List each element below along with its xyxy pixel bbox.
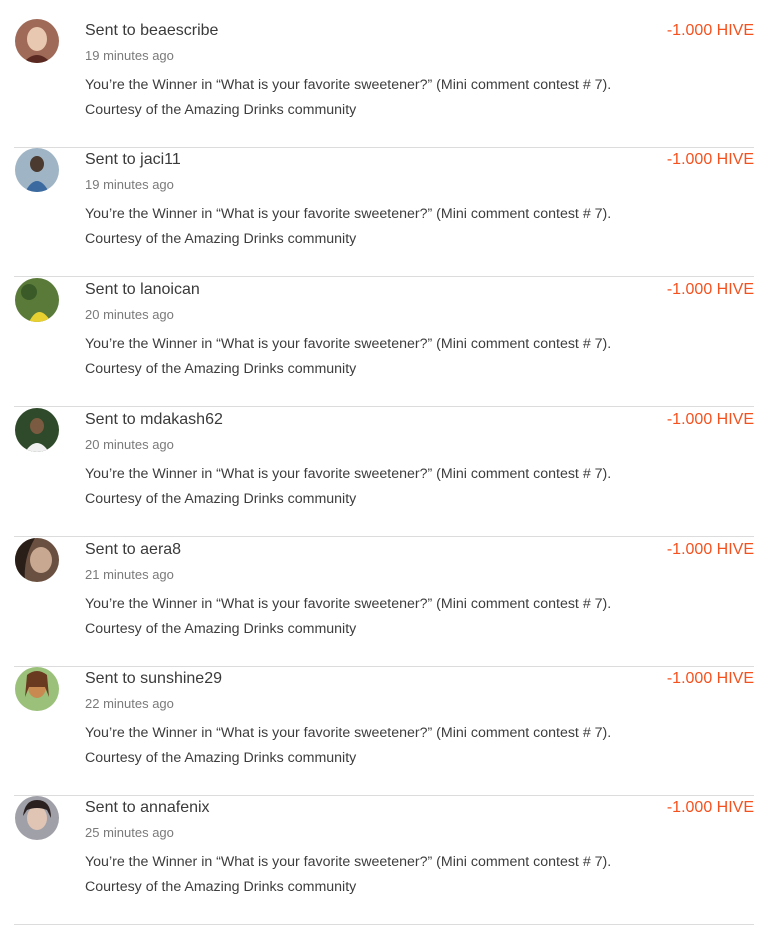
memo-line: Courtesy of the Amazing Drinks community — [85, 621, 357, 637]
transfer-title: Sent to beaescribe — [85, 21, 218, 41]
memo-line: Courtesy of the Amazing Drinks community — [85, 750, 357, 766]
recipient-username-link[interactable]: sunshine29 — [140, 670, 222, 687]
sent-prefix: Sent to — [85, 22, 136, 39]
sent-prefix: Sent to — [85, 541, 136, 558]
memo-line: You’re the Winner in “What is your favor… — [85, 336, 612, 352]
transfer-title: Sent to sunshine29 — [85, 669, 222, 689]
transfer-memo: You’re the Winner in “What is your favor… — [85, 592, 725, 642]
transfer-amount: -1.000 HIVE — [666, 151, 754, 168]
avatar[interactable] — [15, 278, 59, 322]
memo-line: Courtesy of the Amazing Drinks community — [85, 361, 357, 377]
sent-prefix: Sent to — [85, 799, 136, 816]
timestamp: 25 minutes ago — [85, 825, 174, 840]
transfer-memo: You’re the Winner in “What is your favor… — [85, 73, 725, 123]
transfer-row: Sent to annafenix 25 minutes ago You’re … — [14, 796, 754, 925]
transfer-amount: -1.000 HIVE — [666, 541, 754, 558]
sent-prefix: Sent to — [85, 151, 136, 168]
transfer-memo: You’re the Winner in “What is your favor… — [85, 462, 725, 512]
recipient-username-link[interactable]: aera8 — [140, 541, 181, 558]
recipient-username-link[interactable]: annafenix — [140, 799, 209, 816]
timestamp: 19 minutes ago — [85, 177, 174, 192]
transfer-memo: You’re the Winner in “What is your favor… — [85, 721, 725, 771]
transfer-row: Sent to beaescribe 19 minutes ago You’re… — [14, 19, 754, 148]
user-avatar-icon — [15, 19, 59, 63]
user-avatar-icon — [15, 278, 59, 322]
transfer-title: Sent to annafenix — [85, 798, 210, 818]
transfer-title: Sent to aera8 — [85, 540, 181, 560]
memo-line: Courtesy of the Amazing Drinks community — [85, 491, 357, 507]
transfer-memo: You’re the Winner in “What is your favor… — [85, 202, 725, 252]
transfer-row: Sent to mdakash62 20 minutes ago You’re … — [14, 408, 754, 537]
transfer-history-list: Sent to beaescribe 19 minutes ago You’re… — [0, 0, 768, 925]
avatar[interactable] — [15, 538, 59, 582]
transfer-amount: -1.000 HIVE — [666, 281, 754, 298]
memo-line: Courtesy of the Amazing Drinks community — [85, 231, 357, 247]
timestamp: 22 minutes ago — [85, 696, 174, 711]
transfer-amount: -1.000 HIVE — [666, 799, 754, 816]
timestamp: 20 minutes ago — [85, 307, 174, 322]
transfer-title: Sent to mdakash62 — [85, 410, 223, 430]
user-avatar-icon — [15, 667, 59, 711]
avatar[interactable] — [15, 19, 59, 63]
recipient-username-link[interactable]: beaescribe — [140, 22, 218, 39]
transfer-memo: You’re the Winner in “What is your favor… — [85, 332, 725, 382]
memo-line: You’re the Winner in “What is your favor… — [85, 206, 612, 222]
user-avatar-icon — [15, 538, 59, 582]
transfer-row: Sent to aera8 21 minutes ago You’re the … — [14, 538, 754, 667]
recipient-username-link[interactable]: lanoican — [140, 281, 200, 298]
timestamp: 20 minutes ago — [85, 437, 174, 452]
avatar[interactable] — [15, 796, 59, 840]
transfer-row: Sent to jaci11 19 minutes ago You’re the… — [14, 148, 754, 277]
sent-prefix: Sent to — [85, 281, 136, 298]
transfer-title: Sent to jaci11 — [85, 150, 181, 170]
transfer-title: Sent to lanoican — [85, 280, 200, 300]
transfer-amount: -1.000 HIVE — [666, 411, 754, 428]
memo-line: You’re the Winner in “What is your favor… — [85, 466, 612, 482]
memo-line: Courtesy of the Amazing Drinks community — [85, 102, 357, 118]
timestamp: 19 minutes ago — [85, 48, 174, 63]
transfer-row: Sent to sunshine29 22 minutes ago You’re… — [14, 667, 754, 796]
recipient-username-link[interactable]: mdakash62 — [140, 411, 223, 428]
timestamp: 21 minutes ago — [85, 567, 174, 582]
memo-line: You’re the Winner in “What is your favor… — [85, 725, 612, 741]
sent-prefix: Sent to — [85, 670, 136, 687]
transfer-row: Sent to lanoican 20 minutes ago You’re t… — [14, 278, 754, 407]
avatar[interactable] — [15, 148, 59, 192]
transfer-memo: You’re the Winner in “What is your favor… — [85, 850, 725, 900]
user-avatar-icon — [15, 408, 59, 452]
avatar[interactable] — [15, 408, 59, 452]
transfer-amount: -1.000 HIVE — [666, 670, 754, 687]
transfer-amount: -1.000 HIVE — [666, 22, 754, 39]
user-avatar-icon — [15, 796, 59, 840]
recipient-username-link[interactable]: jaci11 — [140, 151, 181, 168]
user-avatar-icon — [15, 148, 59, 192]
memo-line: Courtesy of the Amazing Drinks community — [85, 879, 357, 895]
memo-line: You’re the Winner in “What is your favor… — [85, 596, 612, 612]
memo-line: You’re the Winner in “What is your favor… — [85, 854, 612, 870]
memo-line: You’re the Winner in “What is your favor… — [85, 77, 612, 93]
sent-prefix: Sent to — [85, 411, 136, 428]
avatar[interactable] — [15, 667, 59, 711]
